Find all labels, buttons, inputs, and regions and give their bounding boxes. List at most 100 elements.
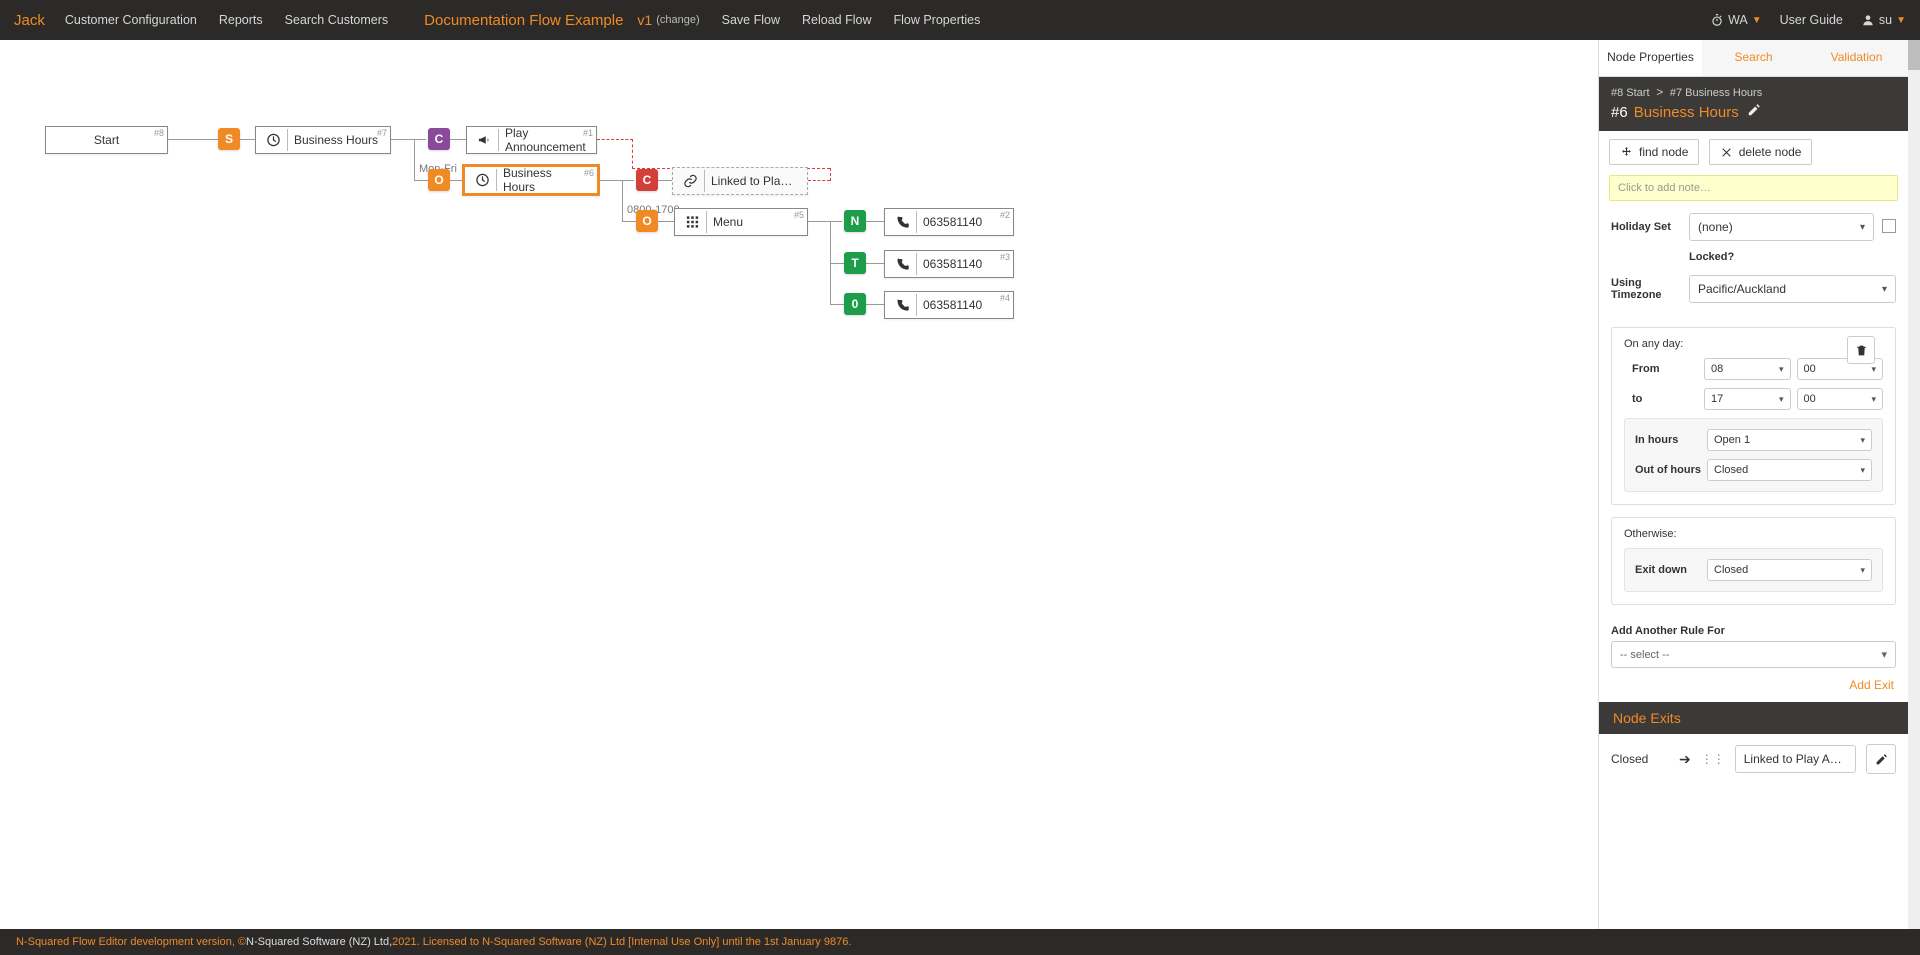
tab-search[interactable]: Search <box>1702 40 1805 76</box>
node-menu[interactable]: #5 Menu <box>674 208 808 236</box>
brand[interactable]: Jack <box>14 12 45 29</box>
flow-title: Documentation Flow Example <box>424 12 623 29</box>
node-terminate-3[interactable]: #4 063581140 <box>884 291 1014 319</box>
connector-0[interactable]: 0 <box>844 293 866 315</box>
outhours-select[interactable]: Closed▾ <box>1707 459 1872 481</box>
exit-target[interactable]: Linked to Play Annou… <box>1735 745 1856 773</box>
note-input[interactable]: Click to add note… <box>1609 175 1898 201</box>
node-business-hours-2[interactable]: #6 Business Hours <box>462 164 600 196</box>
trash-icon <box>1855 344 1868 357</box>
to-min-select[interactable]: 00▾ <box>1797 388 1884 410</box>
node-id: #7 <box>377 128 387 138</box>
connector-s[interactable]: S <box>218 128 240 150</box>
node-business-hours-1[interactable]: #7 Business Hours <box>255 126 391 154</box>
heading-id: #6 <box>1611 104 1628 121</box>
footer: N-Squared Flow Editor development versio… <box>0 929 1920 955</box>
tab-validation[interactable]: Validation <box>1805 40 1908 76</box>
exitdown-select[interactable]: Closed▾ <box>1707 559 1872 581</box>
connector-t[interactable]: T <box>844 252 866 274</box>
connector-o2[interactable]: O <box>636 210 658 232</box>
crumb-item[interactable]: #8 Start <box>1611 87 1650 99</box>
holiday-label: Holiday Set <box>1611 221 1689 233</box>
stopwatch-icon <box>1710 13 1724 27</box>
node-exits-header: Node Exits <box>1599 702 1908 734</box>
arrow-icon: ➔ <box>1679 751 1691 768</box>
node-id: #1 <box>583 128 593 138</box>
add-exit-link[interactable]: Add Exit <box>1849 678 1894 692</box>
flow-canvas[interactable]: Mon-Fri 0800-1700 S C O C O N T 0 #8 Sta… <box>0 40 1598 929</box>
scroll-thumb[interactable] <box>1908 40 1920 70</box>
clock-icon <box>475 169 497 191</box>
node-label: 063581140 <box>923 298 982 312</box>
nav-search-customers[interactable]: Search Customers <box>285 13 389 27</box>
nav-customer-config[interactable]: Customer Configuration <box>65 13 197 27</box>
locked-label: Locked? <box>1689 251 1896 263</box>
phone-icon <box>895 253 917 275</box>
node-start[interactable]: #8 Start <box>45 126 168 154</box>
tab-node-properties[interactable]: Node Properties <box>1599 40 1702 76</box>
grid-icon <box>685 211 707 233</box>
connector-o1[interactable]: O <box>428 169 450 191</box>
properties-sidebar: Node Properties Search Validation #8 Sta… <box>1598 40 1908 929</box>
edit-exit-button[interactable] <box>1866 744 1896 774</box>
megaphone-icon <box>477 129 499 151</box>
timezone-select[interactable]: Pacific/Auckland▾ <box>1689 275 1896 303</box>
nav-save-flow[interactable]: Save Flow <box>722 13 780 27</box>
link-icon <box>683 170 705 192</box>
close-icon <box>1720 146 1733 159</box>
from-label: From <box>1632 363 1704 375</box>
node-label: Business Hours <box>294 133 378 147</box>
nav-user-menu[interactable]: su▼ <box>1861 13 1906 27</box>
nav-reload-flow[interactable]: Reload Flow <box>802 13 871 27</box>
onanyday-label: On any day: <box>1624 338 1883 350</box>
connector-c1[interactable]: C <box>428 128 450 150</box>
nav-reports[interactable]: Reports <box>219 13 263 27</box>
locked-checkbox[interactable] <box>1882 219 1896 233</box>
from-hour-select[interactable]: 08▾ <box>1704 358 1791 380</box>
otherwise-label: Otherwise: <box>1624 528 1883 540</box>
connector-n[interactable]: N <box>844 210 866 232</box>
scrollbar[interactable] <box>1908 40 1920 929</box>
node-play-announcement[interactable]: #1 Play Announcement <box>466 126 597 154</box>
node-id: #2 <box>1000 210 1010 220</box>
heading-name: Business Hours <box>1634 104 1739 121</box>
move-icon <box>1620 146 1633 159</box>
delete-node-button[interactable]: delete node <box>1709 139 1813 165</box>
find-node-button[interactable]: find node <box>1609 139 1699 165</box>
outhours-label: Out of hours <box>1635 464 1707 476</box>
inhours-select[interactable]: Open 1▾ <box>1707 429 1872 451</box>
rename-button[interactable] <box>1747 103 1761 121</box>
node-label: Business Hours <box>503 166 587 194</box>
node-terminate-1[interactable]: #2 063581140 <box>884 208 1014 236</box>
drag-handle-icon[interactable]: ⋮⋮ <box>1701 752 1725 766</box>
node-label: 063581140 <box>923 257 982 271</box>
crumb-item[interactable]: #7 Business Hours <box>1670 87 1762 99</box>
clock-icon <box>266 129 288 151</box>
holiday-select[interactable]: (none)▾ <box>1689 213 1874 241</box>
delete-rule-button[interactable] <box>1847 336 1875 364</box>
node-id: #5 <box>794 210 804 220</box>
nav-wa-dropdown[interactable]: WA▼ <box>1710 13 1762 27</box>
addrule-label: Add Another Rule For <box>1599 617 1908 641</box>
node-id: #3 <box>1000 252 1010 262</box>
connector-c2[interactable]: C <box>636 169 658 191</box>
nav-user-guide[interactable]: User Guide <box>1780 13 1843 27</box>
node-label: 063581140 <box>923 215 982 229</box>
addrule-select[interactable]: -- select --▾ <box>1611 641 1896 668</box>
node-id: #8 <box>154 128 164 138</box>
phone-icon <box>895 211 917 233</box>
node-label: Start <box>94 133 119 147</box>
sidebar-tabs: Node Properties Search Validation <box>1599 40 1908 77</box>
node-label: Menu <box>713 215 743 229</box>
node-linked[interactable]: Linked to Play Annou… <box>672 167 808 195</box>
exit-name: Closed <box>1611 752 1669 766</box>
node-terminate-2[interactable]: #3 063581140 <box>884 250 1014 278</box>
footer-text-a: N-Squared Flow Editor development versio… <box>16 936 246 948</box>
to-hour-select[interactable]: 17▾ <box>1704 388 1791 410</box>
breadcrumb: #8 Start > #7 Business Hours #6 Business… <box>1599 77 1908 131</box>
node-id: #4 <box>1000 293 1010 303</box>
footer-text-b: N-Squared Software (NZ) Ltd, <box>246 936 392 948</box>
nav-flow-properties[interactable]: Flow Properties <box>893 13 980 27</box>
node-label: Linked to Play Annou… <box>711 174 797 188</box>
change-version-link[interactable]: (change) <box>656 14 699 26</box>
